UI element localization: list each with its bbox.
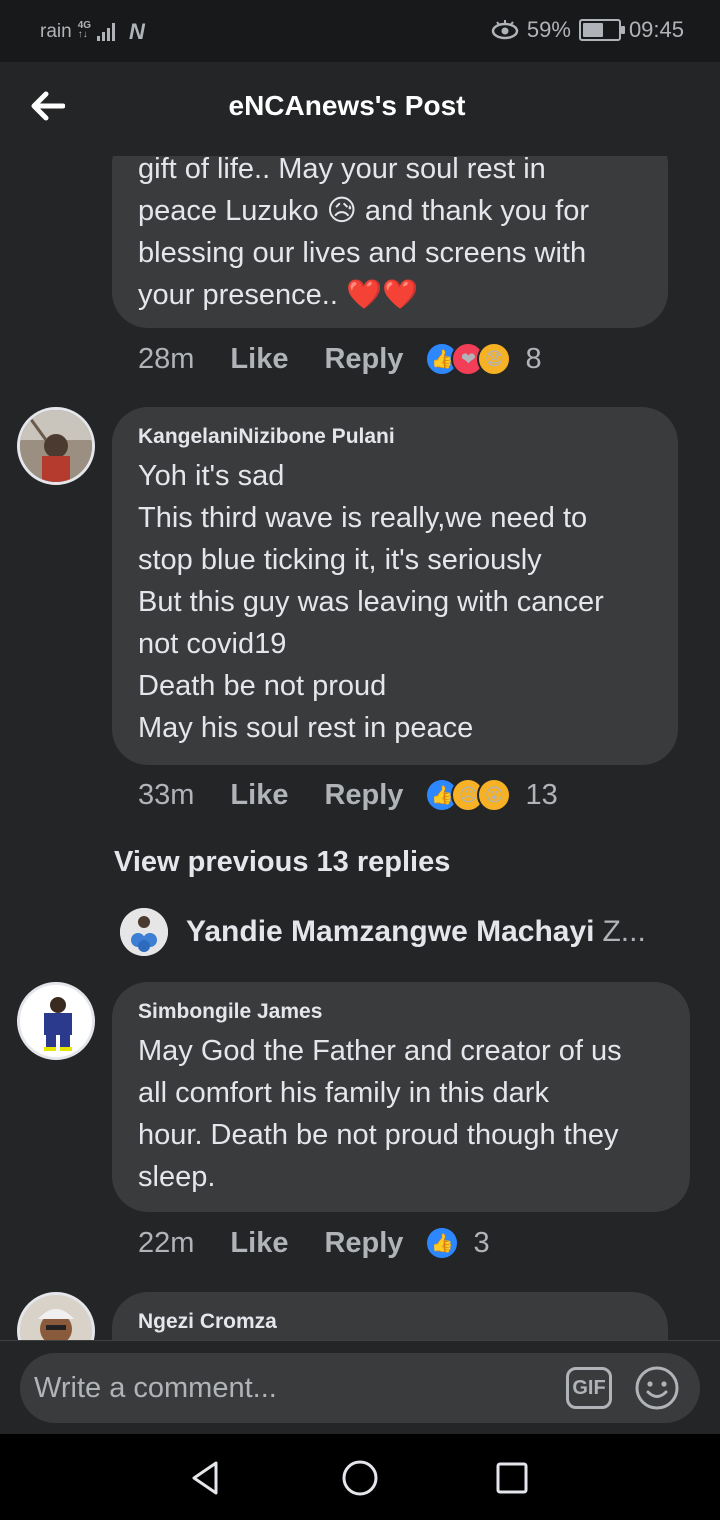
network-activity-arrows: ↑↓: [77, 29, 88, 40]
comment-time: 33m: [138, 778, 195, 811]
comment-author[interactable]: KangelaniNizibone Pulani: [138, 425, 652, 449]
square-recents-icon: [496, 1462, 528, 1494]
eye-comfort-icon: [491, 20, 519, 40]
comment-bubble[interactable]: KangelaniNizibone Pulani Yoh it's sad Th…: [112, 407, 678, 765]
carrier-name: rain: [40, 21, 72, 42]
reply-button[interactable]: Reply: [324, 779, 403, 812]
like-button[interactable]: Like: [230, 1227, 288, 1260]
emoji-button[interactable]: [634, 1365, 680, 1411]
comment-text: gift of life.. May your soul rest in pea…: [138, 156, 590, 311]
reactions-summary[interactable]: 👍 😥 😮: [425, 778, 512, 812]
comment-actions: 33m Like Reply 👍 😥 😮 13: [138, 778, 558, 812]
circle-home-icon: [342, 1460, 378, 1496]
reply-preview[interactable]: Yandie Mamzangwe Machayi Z...: [120, 908, 646, 956]
reply-author: Yandie Mamzangwe Machayi: [186, 915, 595, 948]
nav-recents-button[interactable]: [492, 1458, 532, 1498]
comment-author[interactable]: Ngezi Cromza: [138, 1310, 642, 1334]
status-bar: rain 4G ↑↓ N 59% 09:45: [0, 0, 720, 62]
comment-time: 22m: [138, 1226, 195, 1259]
network-type: 4G ↑↓: [77, 21, 91, 40]
avatar[interactable]: [17, 1292, 95, 1340]
avatar[interactable]: [17, 407, 95, 485]
reply-avatar-photo: [120, 908, 168, 956]
comment-bubble[interactable]: Simbongile James May God the Father and …: [112, 982, 690, 1212]
comments-feed[interactable]: gift of life.. May your soul rest in pea…: [0, 156, 720, 1340]
wow-reaction-icon: 😮: [477, 778, 512, 812]
signal-strength-icon: [97, 23, 116, 41]
comment-actions: 28m Like Reply 👍 ❤ 😧 8: [138, 342, 542, 376]
battery-icon: [578, 19, 625, 41]
comment-actions: 22m Like Reply 👍 3: [138, 1226, 490, 1260]
comment-text: May God the Father and creator of us all…: [138, 1035, 622, 1193]
nav-back-button[interactable]: [186, 1458, 226, 1498]
reply-button[interactable]: Reply: [324, 1227, 403, 1260]
system-navigation-bar: [0, 1434, 720, 1520]
clock: 09:45: [628, 17, 684, 42]
gif-button[interactable]: GIF: [566, 1367, 612, 1409]
nav-home-button[interactable]: [340, 1458, 380, 1498]
like-button[interactable]: Like: [230, 343, 288, 376]
page-title: eNCAnews's Post: [228, 90, 466, 121]
avatar-photo: [20, 985, 92, 1057]
status-right: 59% 09:45: [491, 17, 684, 43]
reply-button[interactable]: Reply: [324, 343, 403, 376]
avatar-photo: [20, 1295, 92, 1340]
like-reaction-icon: 👍: [425, 1226, 460, 1260]
triangle-back-icon: [192, 1461, 218, 1495]
comment-composer: GIF: [0, 1340, 720, 1434]
smiley-icon: [635, 1366, 679, 1410]
comment-bubble[interactable]: gift of life.. May your soul rest in pea…: [112, 156, 668, 328]
comment-bubble[interactable]: Ngezi Cromza: [112, 1292, 668, 1340]
battery-fill: [582, 23, 603, 37]
like-button[interactable]: Like: [230, 779, 288, 812]
comment-author[interactable]: Simbongile James: [138, 1000, 664, 1024]
avatar-photo: [20, 410, 92, 482]
reactions-summary[interactable]: 👍: [425, 1226, 460, 1260]
view-previous-replies-link[interactable]: View previous 13 replies: [114, 846, 450, 879]
reaction-count: 13: [525, 778, 558, 811]
reaction-count: 3: [473, 1226, 490, 1259]
wow-reaction-icon: 😧: [477, 342, 512, 376]
reaction-count: 8: [525, 342, 542, 375]
status-left: rain 4G ↑↓ N: [40, 19, 145, 45]
nfc-icon: N: [129, 19, 145, 44]
comment-time: 28m: [138, 342, 195, 375]
battery-percent: 59%: [526, 17, 571, 42]
avatar[interactable]: [17, 982, 95, 1060]
reply-avatar: [120, 908, 168, 956]
comment-text: Yoh it's sad This third wave is really,w…: [138, 460, 604, 744]
reactions-summary[interactable]: 👍 ❤ 😧: [425, 342, 512, 376]
reply-snippet: Z...: [602, 915, 646, 948]
post-header: eNCAnews's Post: [0, 62, 720, 156]
